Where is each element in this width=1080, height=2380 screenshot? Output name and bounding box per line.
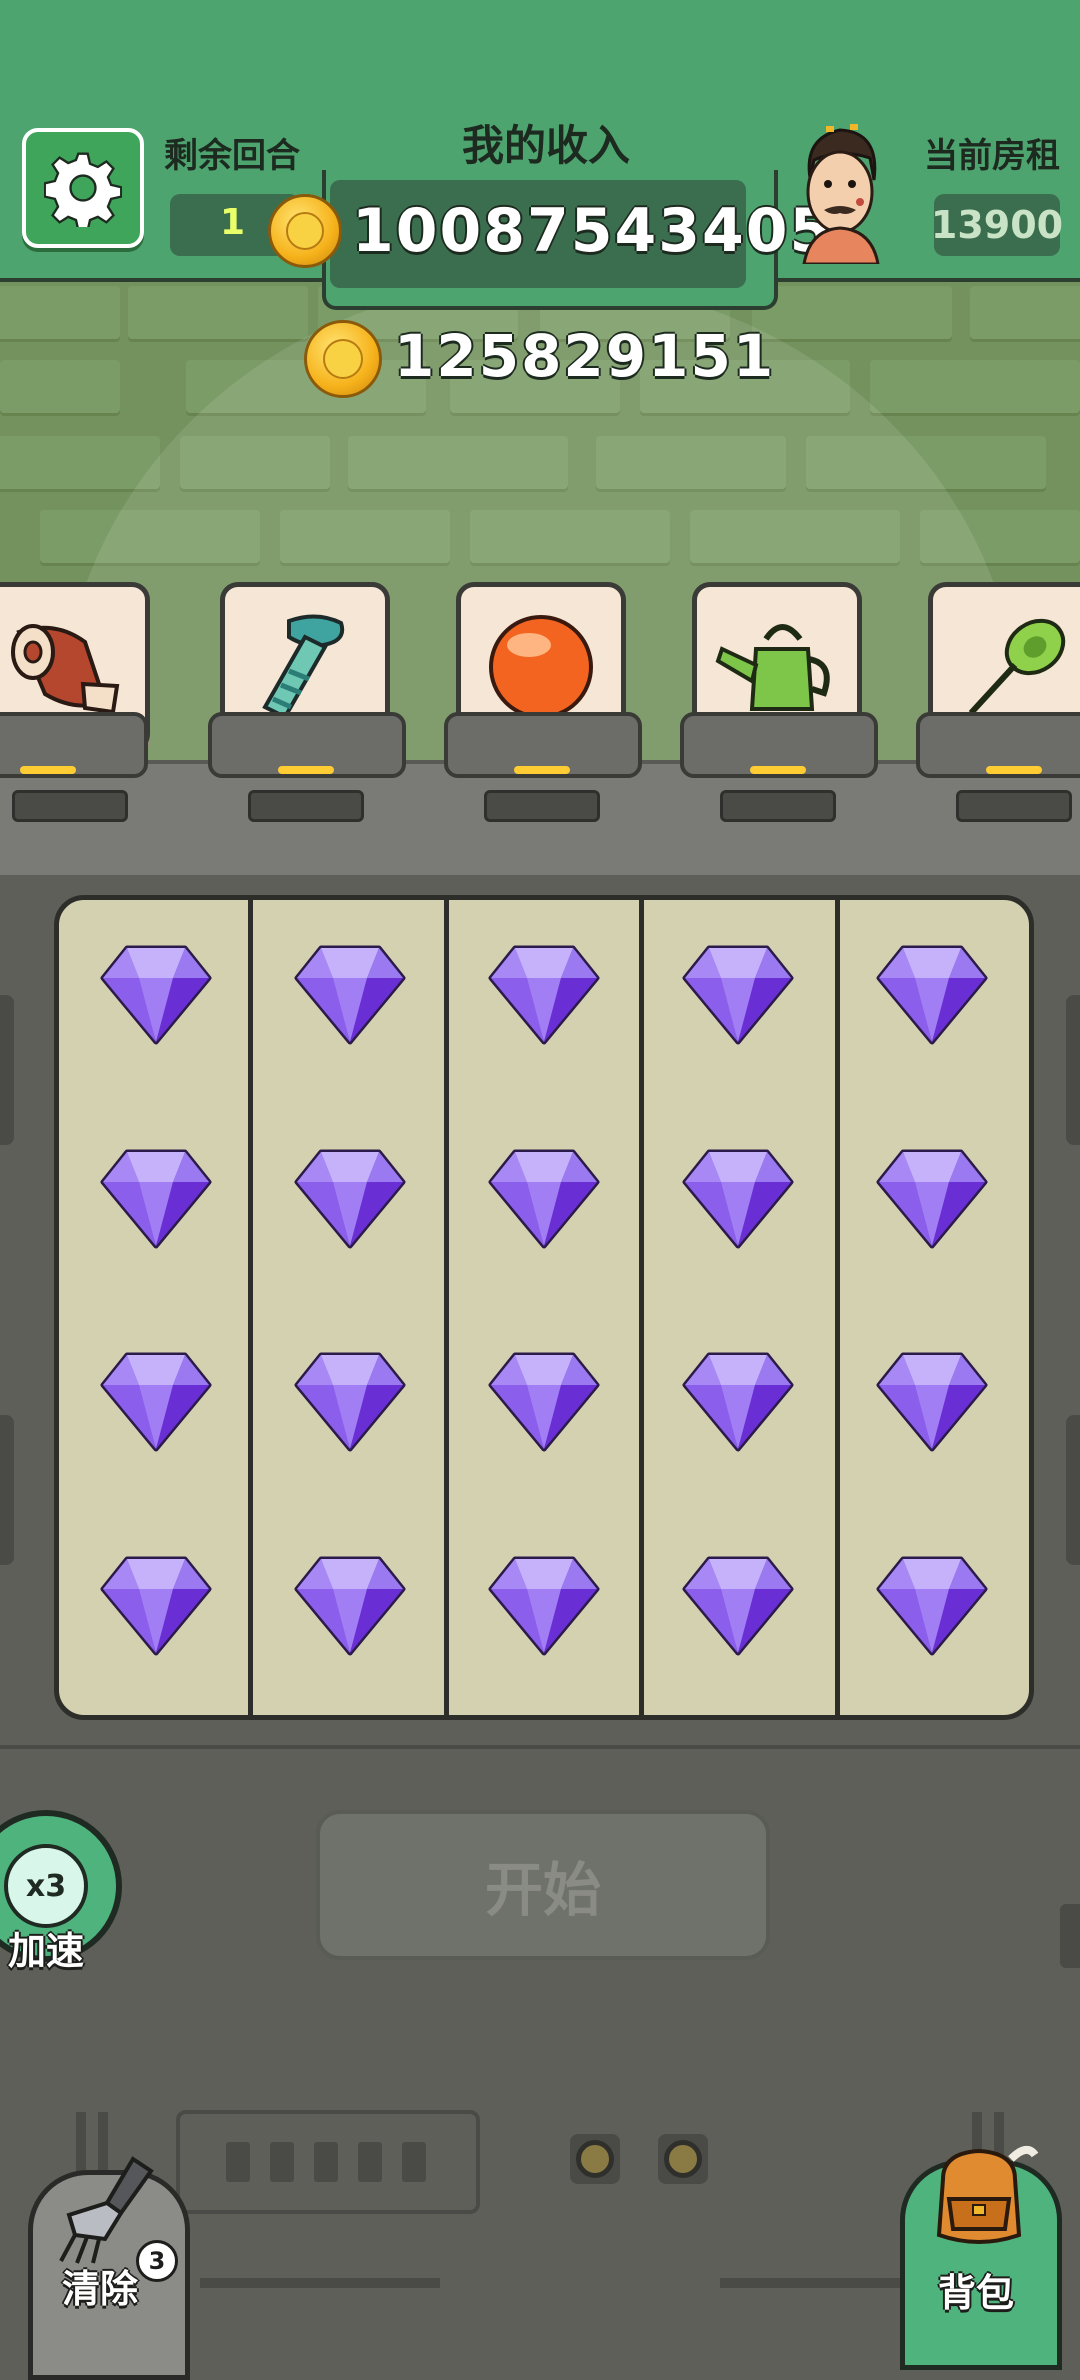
knob-1 bbox=[570, 2134, 620, 2184]
watering-can-icon bbox=[715, 624, 830, 711]
settings-button[interactable] bbox=[22, 128, 144, 248]
landlord-avatar bbox=[790, 118, 890, 266]
purple-gem-icon bbox=[875, 942, 989, 1046]
knob-2 bbox=[658, 2134, 708, 2184]
necktie-icon bbox=[262, 614, 345, 720]
purple-gem-icon bbox=[681, 1349, 795, 1453]
purple-gem-icon bbox=[487, 1553, 601, 1657]
purple-gem-icon bbox=[293, 942, 407, 1046]
clear-count-badge: 3 bbox=[136, 2240, 178, 2282]
clear-label: 清除 bbox=[62, 2267, 139, 2311]
coin-icon bbox=[304, 320, 382, 398]
income-value: 10087543405 bbox=[352, 196, 834, 266]
purple-gem-icon bbox=[99, 1349, 213, 1453]
income-coin-icon bbox=[268, 194, 342, 268]
backpack-icon bbox=[936, 2145, 1039, 2244]
start-button[interactable]: 开始 bbox=[316, 1810, 770, 1960]
purple-gem-icon bbox=[293, 1553, 407, 1657]
rounds-value: 1 bbox=[220, 202, 246, 243]
thumbtack-icon bbox=[968, 618, 1066, 716]
reel-grid bbox=[54, 895, 1034, 1720]
rounds-label: 剩余回合 bbox=[164, 136, 300, 176]
purple-gem-icon bbox=[681, 1146, 795, 1250]
purple-gem-icon bbox=[293, 1349, 407, 1453]
purple-gem-icon bbox=[875, 1146, 989, 1250]
income-label: 我的收入 bbox=[462, 121, 631, 170]
rent-label: 当前房租 bbox=[924, 136, 1060, 176]
item-stands bbox=[0, 712, 1080, 822]
purple-gem-icon bbox=[875, 1349, 989, 1453]
backpack-label: 背包 bbox=[938, 2271, 1015, 2315]
purple-gem-icon bbox=[875, 1553, 989, 1657]
speed-label: 加速 bbox=[8, 1929, 85, 1973]
purple-gem-icon bbox=[293, 1146, 407, 1250]
purple-gem-icon bbox=[681, 942, 795, 1046]
coin-balance: 125829151 bbox=[394, 322, 776, 390]
orange-ball-icon bbox=[489, 615, 593, 719]
vent-panel bbox=[176, 2110, 480, 2214]
purple-gem-icon bbox=[487, 1146, 601, 1250]
purple-gem-icon bbox=[99, 1146, 213, 1250]
rent-value: 13900 bbox=[931, 194, 1063, 256]
purple-gem-icon bbox=[681, 1553, 795, 1657]
purple-gem-icon bbox=[99, 1553, 213, 1657]
meat-roll-icon bbox=[11, 624, 120, 715]
purple-gem-icon bbox=[99, 942, 213, 1046]
purple-gem-icon bbox=[487, 942, 601, 1046]
purple-gem-icon bbox=[487, 1349, 601, 1453]
speed-badge: x3 bbox=[4, 1844, 88, 1928]
gear-icon bbox=[44, 152, 122, 227]
